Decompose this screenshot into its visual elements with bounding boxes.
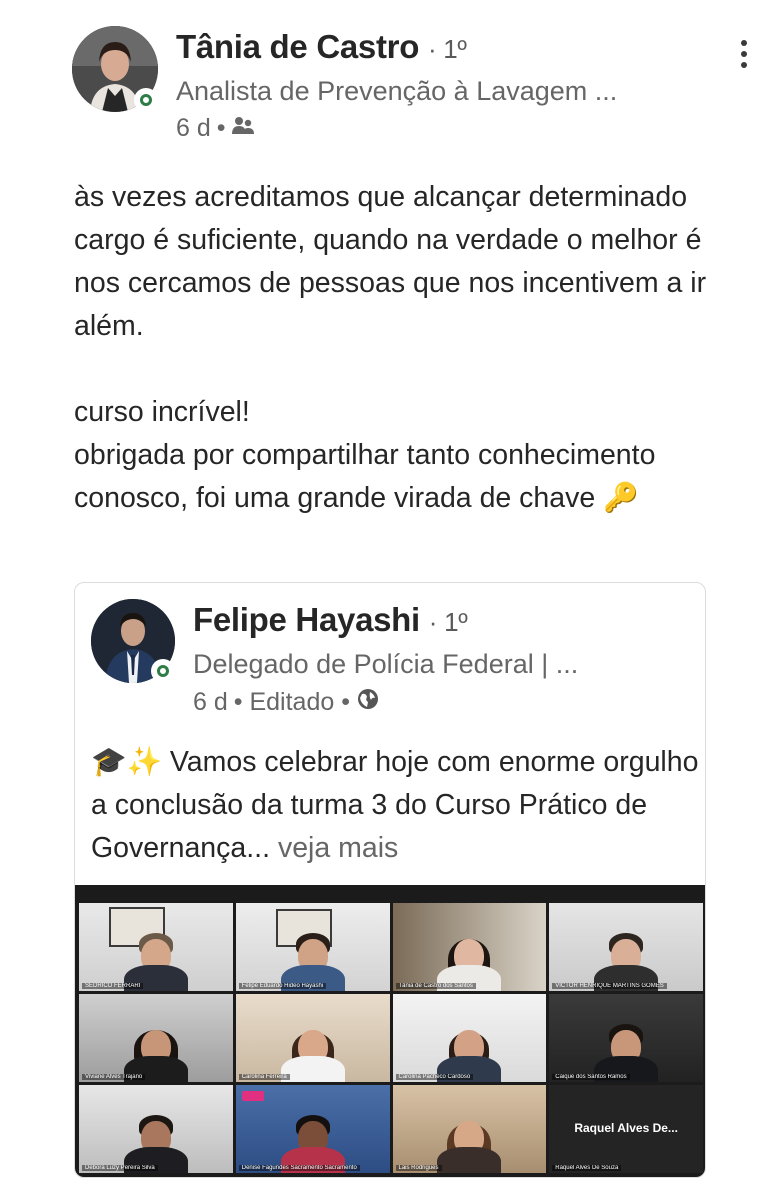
participant-tile: Viviane Alves Trajano (79, 994, 233, 1082)
author-headline: Analista de Prevenção à Lavagem ... (176, 76, 618, 106)
participant-tile: Tânia de Castro dos Santos (392, 903, 547, 991)
post-meta: 6 d • (176, 114, 254, 143)
participant-name: Felipe Eduardo Hideo Hayashi (238, 983, 327, 989)
camera-off-name: Raquel Alves De... (574, 1121, 678, 1135)
participant-tile: Caique dos Santos Ramos (549, 994, 703, 1082)
post-time: 6 d (176, 114, 211, 142)
post-text: às vezes acreditamos que alcançar determ… (74, 181, 707, 514)
participant-tile: Lais Rodrigues (392, 1085, 547, 1173)
video-call-image[interactable]: SEDRICO FERRARI Felipe Eduardo Hideo Hay… (75, 885, 705, 1177)
post-author-header: Tânia de Castro · 1º Analista de Prevenç… (72, 24, 762, 154)
meta-separator: • (216, 114, 226, 142)
author-name[interactable]: Tânia de Castro · 1º (176, 28, 467, 66)
participant-name: Viviane Alves Trajano (82, 1074, 146, 1080)
participant-tile-camera-off: Raquel Alves De... Raquel Alves De Souza (549, 1085, 703, 1173)
online-status-icon (134, 88, 158, 112)
connection-degree: · 1º (427, 34, 467, 64)
participant-name: Debora Luzy Pereira Silva (82, 1165, 158, 1171)
edited-label: • Editado • (233, 688, 350, 716)
shared-post-time: 6 d (193, 688, 228, 716)
participant-name: Carolina Ferreira (238, 1074, 290, 1080)
shared-post-meta: 6 d • Editado • (193, 687, 380, 718)
participant-name: Carolina Pacheco Cardoso (395, 1074, 474, 1080)
online-status-icon (151, 659, 175, 683)
more-options-icon[interactable] (726, 36, 762, 72)
shared-author-name-text[interactable]: Felipe Hayashi (193, 601, 420, 638)
shared-author-name[interactable]: Felipe Hayashi · 1º (193, 601, 468, 639)
participant-name: Tânia de Castro dos Santos (395, 983, 476, 989)
author-name-text[interactable]: Tânia de Castro (176, 28, 419, 65)
connections-icon (231, 114, 254, 143)
participant-name: VICTOR HENRIQUE MARTINS GOMES (552, 983, 667, 989)
participant-name: Raquel Alves De Souza (552, 1165, 622, 1171)
participant-tile: SEDRICO FERRARI (79, 903, 233, 991)
shared-post-text: 🎓✨ Vamos celebrar hoje com enorme orgulh… (91, 741, 701, 870)
globe-icon (356, 687, 380, 718)
participant-tile: Debora Luzy Pereira Silva (79, 1085, 233, 1173)
participant-tile: VICTOR HENRIQUE MARTINS GOMES (549, 903, 703, 991)
shared-author-headline: Delegado de Polícia Federal | ... (193, 649, 579, 679)
connection-degree: · 1º (428, 607, 468, 637)
participant-tile: Carolina Ferreira (235, 994, 390, 1082)
participant-tile: Carolina Pacheco Cardoso (392, 994, 547, 1082)
participant-name: SEDRICO FERRARI (82, 983, 144, 989)
see-more-link[interactable]: veja mais (278, 832, 398, 864)
participant-name: Lais Rodrigues (395, 1165, 442, 1171)
pink-badge (241, 1091, 264, 1101)
shared-post-card[interactable]: Felipe Hayashi · 1º Delegado de Polícia … (74, 582, 706, 1178)
participant-tile-active-speaker: Felipe Eduardo Hideo Hayashi (235, 903, 390, 991)
participant-name: Denise Fagundes Sacramento Sacramento (238, 1165, 360, 1171)
participant-name: Caique dos Santos Ramos (552, 1074, 630, 1080)
participant-tile: Denise Fagundes Sacramento Sacramento (235, 1085, 390, 1173)
